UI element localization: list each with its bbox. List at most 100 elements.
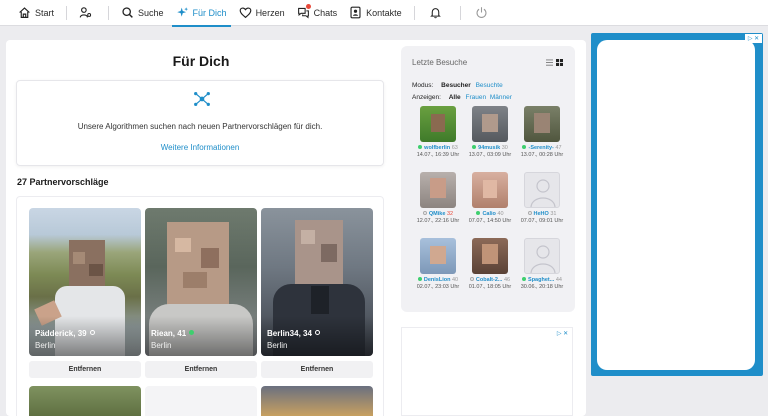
advertisement-bottom[interactable]: ▷ ✕ (401, 327, 573, 416)
modus-label: Modus: (412, 82, 434, 89)
suggestion-card[interactable]: Riean, 41 Berlin Entfernen (145, 208, 257, 416)
modus-besuchte[interactable]: Besuchte (476, 82, 503, 89)
person-placeholder-icon (530, 245, 556, 273)
nav-divider (413, 5, 415, 20)
card-age: , 34 (298, 329, 312, 338)
online-status-icon (417, 277, 422, 281)
list-view-icon[interactable] (546, 59, 553, 66)
nav-herzen[interactable]: Herzen (233, 0, 291, 26)
modus-besucher[interactable]: Besucher (441, 82, 471, 89)
visitor-item[interactable]: Cobalt-2... 46 01.07., 18:05 Uhr (464, 238, 516, 290)
visitor-item[interactable]: HeHO 31 07.07., 09:01 Uhr (516, 172, 568, 224)
visitor-avatar[interactable] (420, 238, 456, 274)
visitor-age: 30 (501, 145, 508, 151)
visitor-username: 94musik (478, 145, 501, 151)
nav-start-label: Start (35, 7, 55, 18)
online-status-icon (522, 277, 527, 281)
nav-divider (108, 5, 110, 20)
visitor-item[interactable]: Calio 40 07.07., 14:50 Uhr (464, 172, 516, 224)
nav-chats-label: Chats (313, 7, 338, 18)
recent-visits-panel: Letzte Besuche Modus: Besucher Besuchte … (401, 46, 575, 312)
visitor-name: QMike 32 (412, 211, 464, 217)
card-city: Berlin (35, 341, 56, 350)
profile-photo[interactable]: Berlin34, 34 Berlin (261, 208, 373, 356)
visitor-age: 46 (504, 277, 511, 283)
grid-view-icon[interactable] (556, 59, 563, 66)
ad-choices-icon[interactable]: ▷ ✕ (554, 329, 571, 338)
visitor-username: Calio (482, 211, 496, 217)
profile-photo[interactable]: Riean, 41 Berlin (145, 208, 257, 356)
bell-icon (429, 8, 441, 19)
card-age: , 39 (73, 329, 87, 338)
visitor-item[interactable]: wolfberlin 63 14.07., 16:39 Uhr (412, 106, 464, 158)
visitor-name: Calio 40 (464, 211, 516, 217)
offline-status-icon (527, 211, 532, 215)
visitor-age: 40 (452, 277, 459, 283)
nav-herzen-label: Herzen (255, 7, 285, 18)
card-name: Berlin34, 34 (267, 329, 320, 338)
page-title: Für Dich (172, 53, 230, 69)
visitor-item[interactable]: Spaghet... 44 30.06., 20:18 Uhr (516, 238, 568, 290)
visitor-avatar[interactable] (524, 106, 560, 142)
visitor-name: Cobalt-2... 46 (464, 277, 516, 283)
advertisement-content[interactable] (597, 40, 755, 370)
visitor-name: HeHO 31 (516, 211, 568, 217)
card-age-value: 39 (77, 329, 87, 338)
nav-suche[interactable]: Suche (115, 0, 170, 26)
online-status-icon (472, 145, 477, 149)
visitor-name: wolfberlin 63 (412, 145, 464, 151)
nav-notifications[interactable] (421, 0, 454, 26)
visitor-item[interactable]: -Serenity- 47 13.07., 00:28 Uhr (516, 106, 568, 158)
profile-photo[interactable]: Pädderick, 39 Berlin (29, 208, 141, 356)
advertisement-right[interactable]: ▷ ✕ (591, 33, 763, 376)
visitor-avatar[interactable] (472, 238, 508, 274)
suggestions-count: 27 Partnervorschläge (17, 177, 109, 187)
visitor-avatar-placeholder[interactable] (524, 172, 560, 208)
next-row-photo[interactable] (261, 386, 373, 416)
visitor-avatar[interactable] (472, 172, 508, 208)
suggestion-card[interactable]: Pädderick, 39 Berlin Entfernen (29, 208, 141, 416)
visitor-age: 31 (550, 211, 557, 217)
offline-status-icon (89, 330, 95, 335)
filter-maenner[interactable]: Männer (490, 94, 512, 101)
visitor-avatar[interactable] (472, 106, 508, 142)
nav-profile-settings[interactable] (73, 0, 102, 26)
next-row-photo[interactable] (29, 386, 141, 416)
card-age: , 41 (172, 329, 187, 338)
visitor-avatar[interactable] (420, 106, 456, 142)
visitor-grid: wolfberlin 63 14.07., 16:39 Uhr 94musik … (412, 106, 572, 306)
visitor-item[interactable]: DenisLion 40 02.07., 23:03 Uhr (412, 238, 464, 290)
filter-frauen[interactable]: Frauen (465, 94, 486, 101)
suggestion-card[interactable]: Berlin34, 34 Berlin Entfernen (261, 208, 373, 416)
visitor-name: Spaghet... 44 (516, 277, 568, 283)
visitor-item[interactable]: 94musik 30 13.07., 03:09 Uhr (464, 106, 516, 158)
offline-status-icon (469, 277, 474, 281)
modus-row: Modus: Besucher Besuchte (412, 82, 505, 89)
next-row-photo[interactable] (145, 386, 257, 416)
nav-start[interactable]: Start (12, 0, 60, 26)
visitor-username: Spaghet... (528, 277, 555, 283)
visitor-item[interactable]: QMike 32 12.07., 22:16 Uhr (412, 172, 464, 224)
nav-logout[interactable] (467, 0, 500, 26)
more-info-link[interactable]: Weitere Informationen (17, 143, 383, 152)
visitor-age: 40 (497, 211, 504, 217)
card-username: Riean (151, 329, 173, 338)
person-placeholder-icon (530, 179, 556, 207)
remove-button[interactable]: Entfernen (29, 361, 141, 378)
filter-alle[interactable]: Alle (449, 94, 461, 101)
nav-kontakte[interactable]: Kontakte (343, 0, 408, 26)
card-username: Berlin34 (267, 329, 299, 338)
remove-button[interactable]: Entfernen (145, 361, 257, 378)
network-icon (194, 91, 210, 107)
search-icon (122, 7, 133, 18)
remove-button[interactable]: Entfernen (261, 361, 373, 378)
card-city: Berlin (151, 341, 172, 350)
nav-suche-label: Suche (138, 7, 164, 18)
nav-kontakte-label: Kontakte (366, 7, 402, 18)
nav-fuer-dich[interactable]: Für Dich (170, 0, 233, 27)
visitor-avatar-placeholder[interactable] (524, 238, 560, 274)
home-icon (19, 7, 30, 18)
nav-chats[interactable]: Chats (291, 0, 344, 26)
visitor-avatar[interactable] (420, 172, 456, 208)
chats-notification-dot (305, 3, 311, 9)
